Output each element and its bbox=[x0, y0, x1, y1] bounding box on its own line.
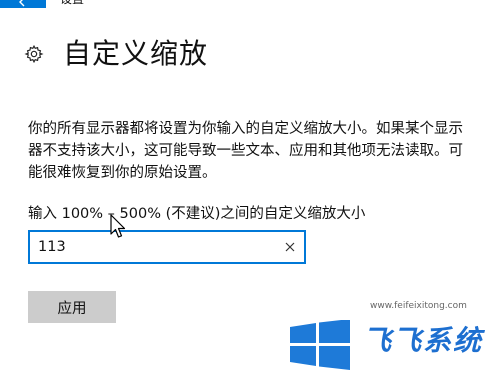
close-icon[interactable] bbox=[276, 233, 304, 261]
scale-input-label: 输入 100% – 500% (不建议)之间的自定义缩放大小 bbox=[28, 206, 366, 222]
page-header: 自定义缩放 bbox=[24, 36, 208, 72]
custom-scale-field[interactable] bbox=[28, 230, 306, 264]
watermark-brand: 飞飞系统 bbox=[363, 324, 484, 357]
windows-logo-icon bbox=[290, 320, 350, 370]
watermark-url: www.feifeixitong.com bbox=[370, 301, 467, 311]
title-bar: 设置 bbox=[0, 0, 485, 8]
custom-scale-input[interactable] bbox=[30, 232, 276, 262]
gear-icon bbox=[24, 44, 44, 64]
description-text: 你的所有显示器都将设置为你输入的自定义缩放大小。如果某个显示器不支持该大小，这可… bbox=[28, 121, 463, 181]
page-title: 自定义缩放 bbox=[63, 37, 209, 70]
back-button[interactable] bbox=[0, 0, 46, 8]
window-title: 设置 bbox=[60, 0, 84, 5]
watermark: www.feifeixitong.com 飞飞系统 bbox=[288, 296, 485, 374]
apply-button[interactable]: 应用 bbox=[28, 291, 116, 323]
mouse-cursor-icon bbox=[110, 214, 126, 238]
back-arrow-icon bbox=[19, 0, 25, 7]
